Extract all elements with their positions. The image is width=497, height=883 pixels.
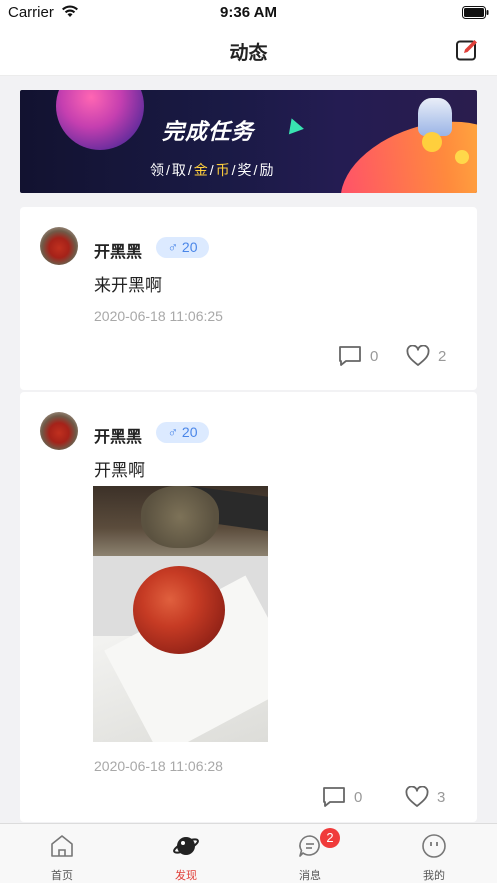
banner-wave-graphic: [325, 100, 477, 193]
comment-button[interactable]: 0: [338, 345, 378, 367]
tab-bar: 首页 发现 2 消息 我的: [0, 823, 497, 883]
tab-home[interactable]: 首页: [0, 824, 124, 883]
banner-ball-graphic: [455, 150, 469, 164]
avatar[interactable]: [40, 412, 78, 450]
nav-bar: 动态: [0, 26, 497, 76]
banner-planet-graphic: [56, 90, 144, 150]
edit-icon[interactable]: [455, 38, 479, 62]
post-content: 开黑啊: [94, 461, 145, 480]
like-button[interactable]: 2: [406, 345, 446, 367]
post-card[interactable]: 开黑黑 ♂ 20 开黑啊 2020-06-18 11:06:28 0 3: [20, 392, 477, 822]
unread-badge: 2: [320, 828, 340, 848]
tab-discover[interactable]: 发现: [124, 824, 248, 883]
banner-player-graphic: [418, 98, 452, 136]
level-value: 20: [181, 239, 198, 255]
clock: 9:36 AM: [220, 4, 277, 21]
username[interactable]: 开黑黑: [94, 423, 142, 447]
profile-icon: [422, 834, 446, 858]
tab-messages[interactable]: 2 消息: [248, 824, 372, 883]
post-card[interactable]: 开黑黑 ♂ 20 来开黑啊 2020-06-18 11:06:25 0 2: [20, 207, 477, 390]
comment-icon: [339, 346, 361, 366]
banner-title: 完成任务: [162, 119, 255, 144]
post-timestamp: 2020-06-18 11:06:28: [94, 758, 223, 774]
home-icon: [51, 835, 73, 857]
heart-icon: [406, 345, 430, 366]
heart-icon: [405, 786, 429, 807]
comment-count: 0: [370, 347, 379, 365]
username[interactable]: 开黑黑: [94, 238, 142, 262]
task-banner[interactable]: 完成任务 领/取/金/币/奖/励: [20, 90, 477, 193]
male-icon: ♂: [167, 424, 179, 440]
male-icon: ♂: [167, 239, 179, 255]
level-badge: ♂ 20: [156, 422, 209, 443]
banner-ball-graphic: [422, 132, 442, 152]
banner-subtitle-highlight: 金: [193, 162, 210, 178]
comment-icon: [323, 787, 345, 807]
comment-button[interactable]: 0: [322, 786, 362, 808]
photo-peach: [133, 566, 225, 654]
level-badge: ♂ 20: [156, 237, 209, 258]
banner-triangle-graphic: [284, 115, 304, 135]
planet-icon: [173, 837, 199, 855]
banner-subtitle-part: /奖/励: [231, 162, 276, 178]
battery-icon: [462, 6, 489, 19]
post-image[interactable]: [93, 486, 268, 742]
tab-label: 首页: [51, 870, 73, 882]
banner-subtitle-part: 领/取/: [150, 162, 194, 178]
banner-subtitle-highlight: 币: [215, 162, 232, 178]
page-title: 动态: [229, 43, 268, 64]
tab-label: 消息: [299, 870, 321, 882]
like-button[interactable]: 3: [405, 786, 445, 808]
level-value: 20: [181, 424, 198, 440]
tab-profile[interactable]: 我的: [372, 824, 496, 883]
avatar[interactable]: [40, 227, 78, 265]
tab-label: 我的: [423, 870, 445, 882]
like-count: 2: [438, 347, 447, 365]
post-content: 来开黑啊: [94, 276, 162, 295]
tab-label: 发现: [175, 870, 197, 882]
banner-subtitle: 领/取/金/币/奖/励: [150, 160, 275, 180]
like-count: 3: [437, 788, 446, 806]
comment-count: 0: [354, 788, 363, 806]
status-bar: Carrier 9:36 AM: [0, 0, 497, 26]
post-timestamp: 2020-06-18 11:06:25: [94, 308, 223, 324]
photo-knit-object: [141, 486, 219, 548]
